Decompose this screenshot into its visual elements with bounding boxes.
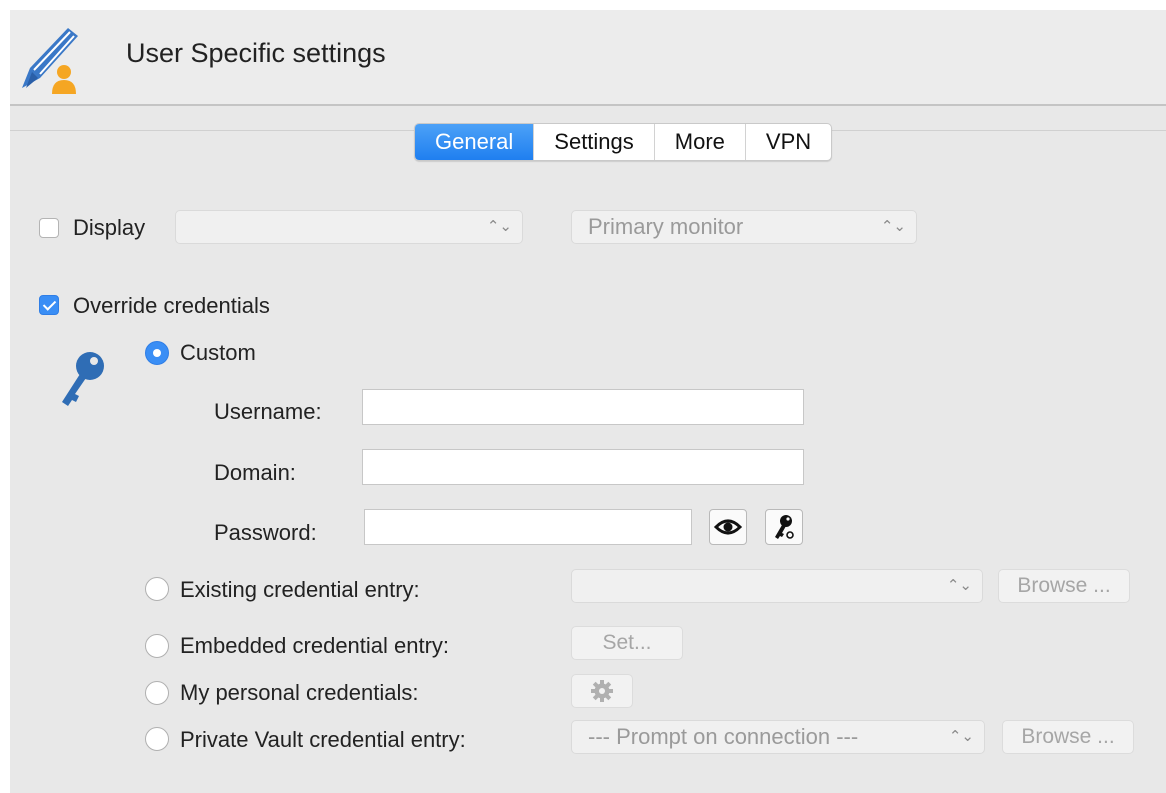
private-vault-select-value: --- Prompt on connection --- xyxy=(588,724,859,749)
tab-more[interactable]: More xyxy=(653,124,745,160)
embedded-credential-radio[interactable] xyxy=(145,634,169,658)
tab-vpn[interactable]: VPN xyxy=(744,124,831,160)
existing-credential-select[interactable]: ⌃⌄ xyxy=(571,569,983,603)
personal-credentials-radio[interactable] xyxy=(145,681,169,705)
key-icon xyxy=(62,352,104,406)
settings-window: User Specific settings General Settings … xyxy=(10,10,1166,793)
tab-settings[interactable]: Settings xyxy=(533,124,654,160)
display-checkbox[interactable] xyxy=(39,218,59,238)
monitor-select[interactable]: Primary monitor ⌃⌄ xyxy=(571,210,917,244)
override-credentials-label: Override credentials xyxy=(73,293,270,318)
personal-settings-button[interactable] xyxy=(571,674,633,708)
tab-bar: General Settings More VPN xyxy=(414,123,833,161)
existing-browse-button[interactable]: Browse ... xyxy=(998,569,1130,603)
chevron-updown-icon: ⌃⌄ xyxy=(486,218,512,235)
domain-label: Domain: xyxy=(214,460,296,485)
existing-credential-radio[interactable] xyxy=(145,577,169,601)
display-label: Display xyxy=(73,215,146,240)
custom-label: Custom xyxy=(180,340,256,365)
show-password-button[interactable] xyxy=(709,509,747,545)
eye-icon xyxy=(713,519,743,535)
password-field[interactable] xyxy=(364,509,692,545)
private-vault-select[interactable]: --- Prompt on connection --- ⌃⌄ xyxy=(571,720,985,754)
username-field[interactable] xyxy=(362,389,804,425)
chevron-updown-icon: ⌃⌄ xyxy=(946,577,972,594)
existing-credential-label: Existing credential entry: xyxy=(180,577,420,602)
private-vault-radio[interactable] xyxy=(145,727,169,751)
chevron-updown-icon: ⌃⌄ xyxy=(880,218,906,235)
display-select[interactable]: ⌃⌄ xyxy=(175,210,523,244)
tab-general[interactable]: General xyxy=(415,124,534,160)
window-title: User Specific settings xyxy=(126,38,386,68)
embedded-set-button[interactable]: Set... xyxy=(571,626,683,660)
custom-radio[interactable] xyxy=(145,341,169,365)
personal-credentials-label: My personal credentials: xyxy=(180,680,419,705)
private-vault-browse-button[interactable]: Browse ... xyxy=(1002,720,1134,754)
override-credentials-checkbox[interactable] xyxy=(39,295,59,315)
password-label: Password: xyxy=(214,520,317,545)
pencil-user-icon xyxy=(22,28,78,94)
window-header: User Specific settings xyxy=(10,10,1166,106)
username-label: Username: xyxy=(214,399,322,424)
monitor-select-value: Primary monitor xyxy=(588,214,744,239)
embedded-credential-label: Embedded credential entry: xyxy=(180,633,450,658)
key-icon xyxy=(775,515,794,539)
password-generator-button[interactable] xyxy=(765,509,803,545)
private-vault-label: Private Vault credential entry: xyxy=(180,727,466,752)
chevron-updown-icon: ⌃⌄ xyxy=(948,728,974,745)
gear-icon xyxy=(591,680,613,702)
domain-field[interactable] xyxy=(362,449,804,485)
